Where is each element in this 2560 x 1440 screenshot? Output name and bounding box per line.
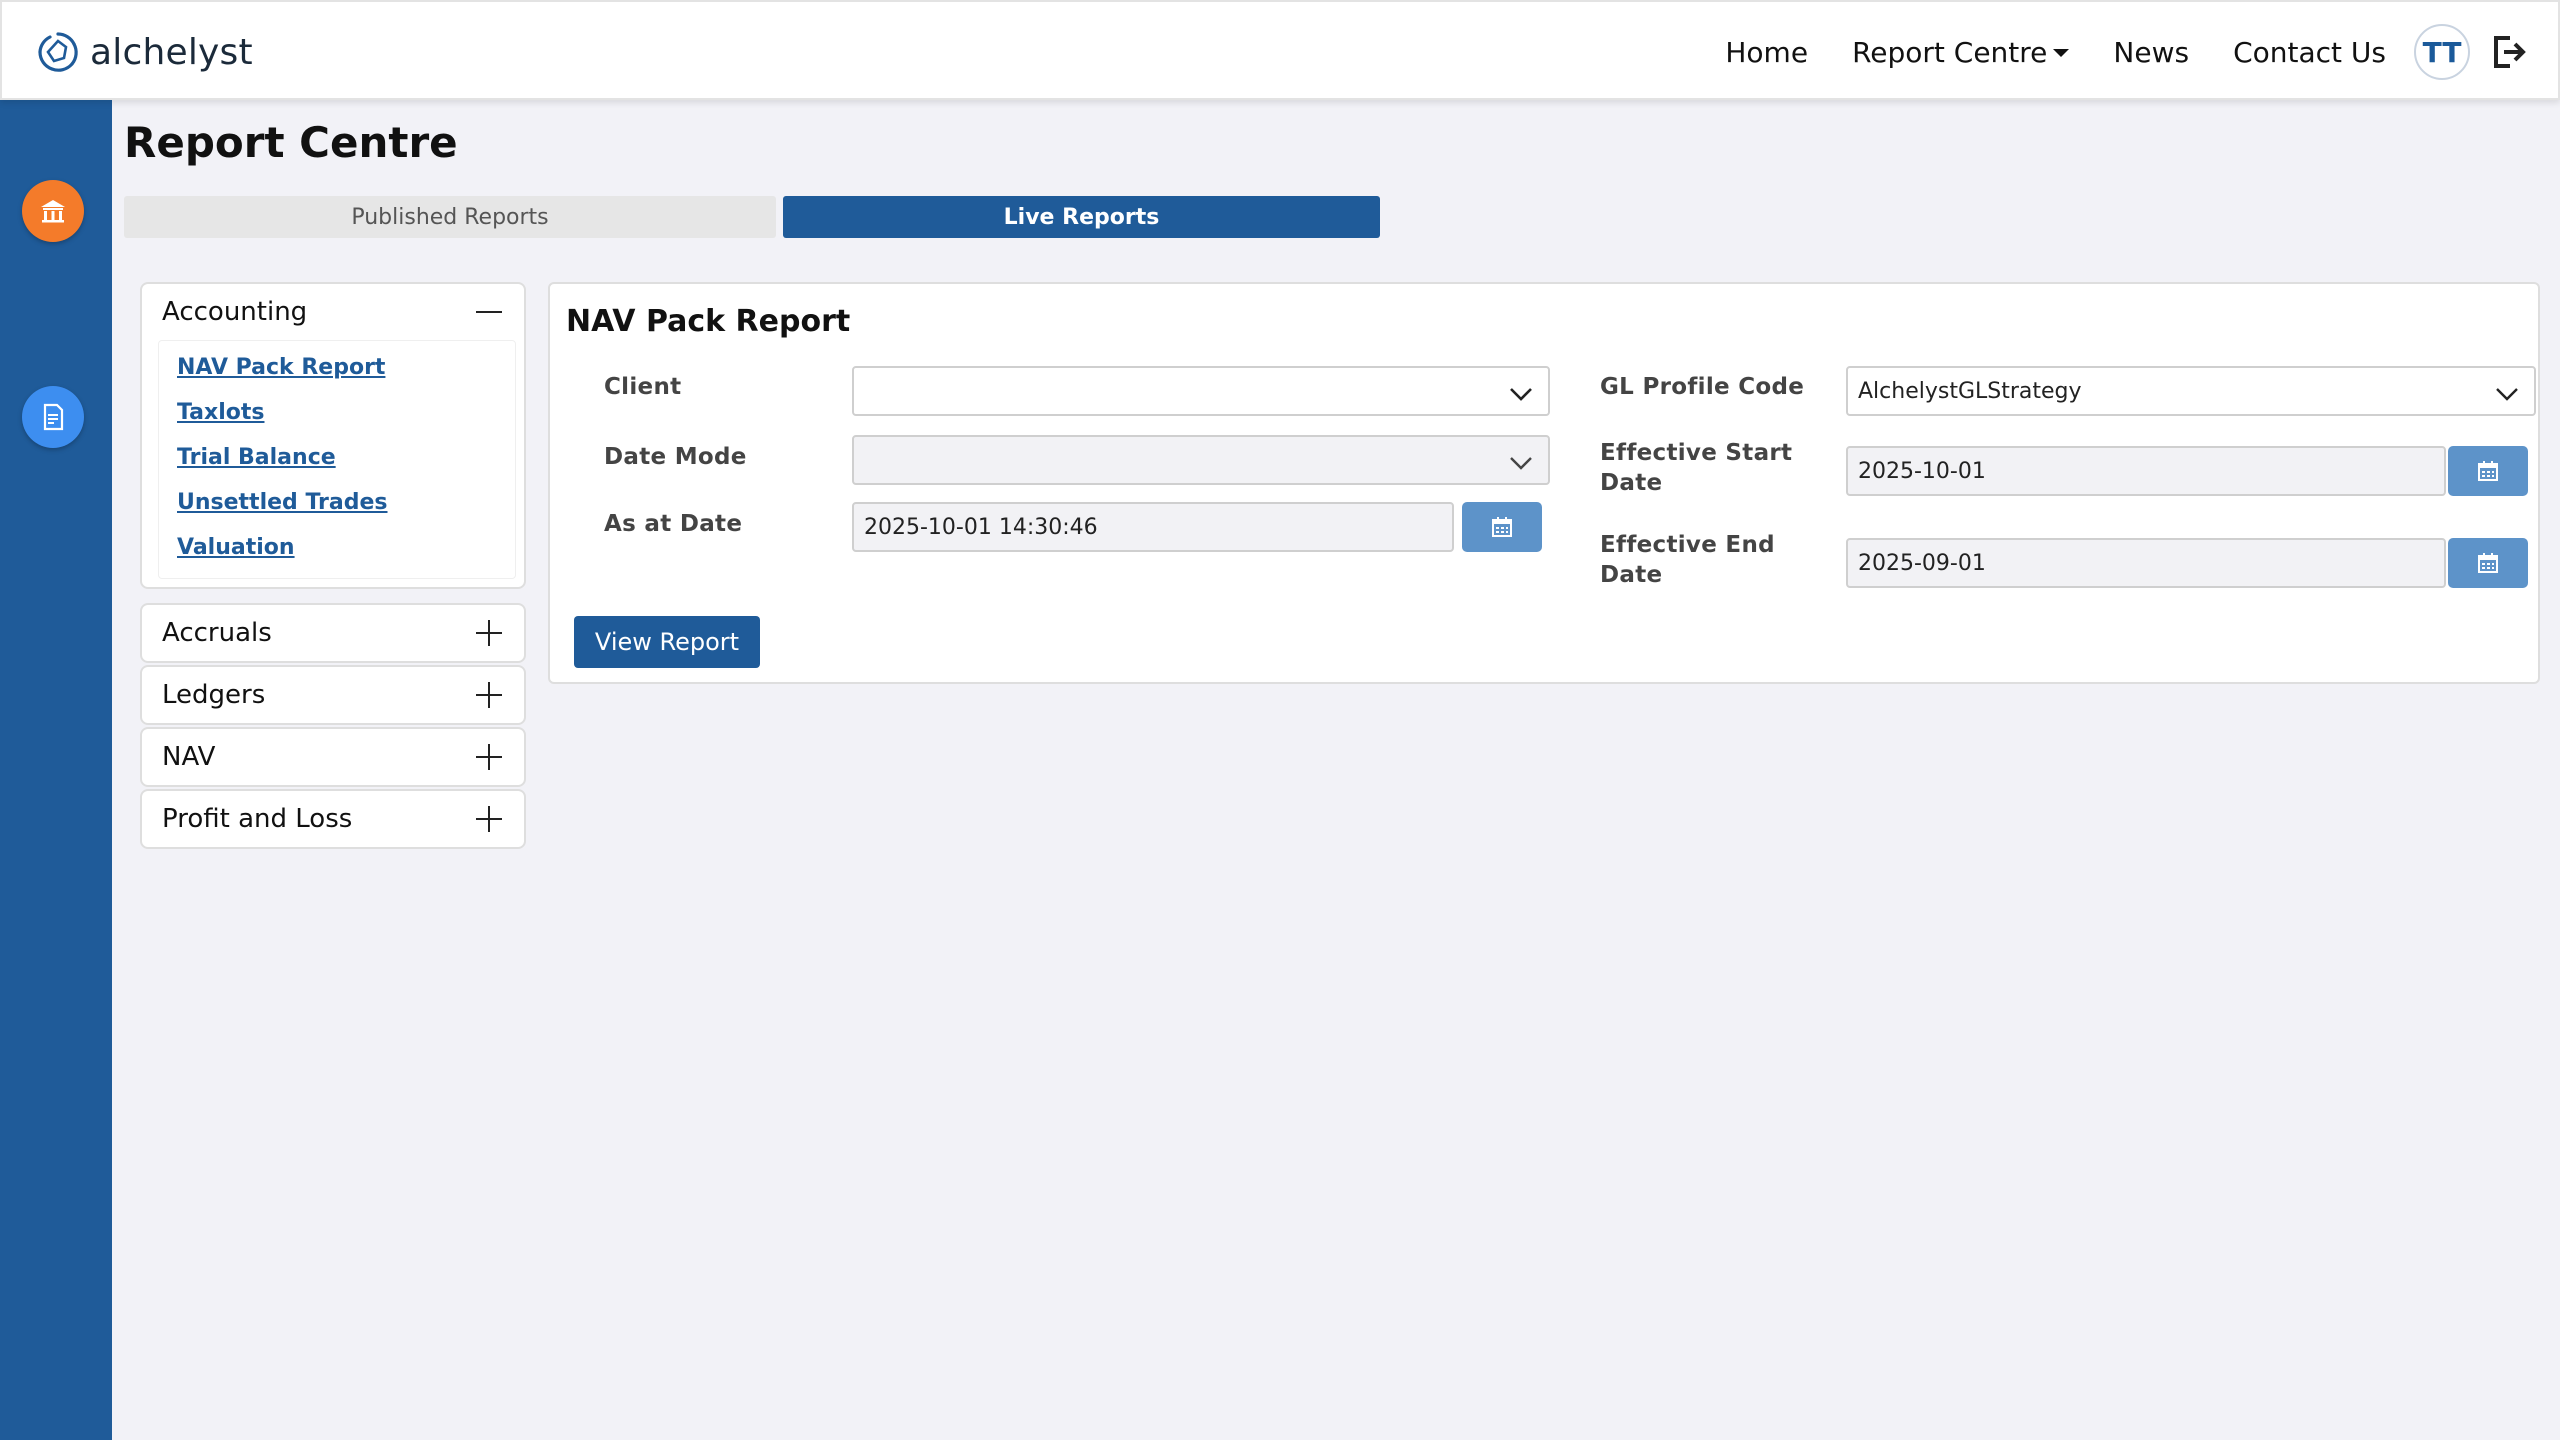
page-title: Report Centre [124, 118, 458, 167]
alchelyst-logo-icon [38, 32, 78, 72]
report-link-taxlots[interactable]: Taxlots [177, 400, 515, 425]
effective-end-date-label-line-2: Date [1600, 562, 1663, 588]
report-link-trial-balance[interactable]: Trial Balance [177, 445, 515, 470]
effective-start-date-label-line-1: Effective Start [1600, 440, 1793, 466]
expand-plus-icon[interactable] [474, 742, 504, 772]
gl-profile-code-select[interactable]: AlchelystGLStrategy [1846, 366, 2536, 416]
effective-end-date-value: 2025-09-01 [1858, 550, 1986, 576]
category-ledgers[interactable]: Ledgers [140, 665, 526, 725]
brand-name: alchelyst [90, 31, 253, 73]
client-select[interactable] [852, 366, 1550, 416]
expand-plus-icon[interactable] [474, 680, 504, 710]
report-link-unsettled-trades[interactable]: Unsettled Trades [177, 490, 515, 515]
effective-start-date-calendar-button[interactable] [2448, 446, 2528, 496]
view-report-button[interactable]: View Report [574, 616, 760, 668]
effective-start-date-input[interactable]: 2025-10-01 [1846, 446, 2446, 496]
effective-end-date-calendar-button[interactable] [2448, 538, 2528, 588]
tab-published-reports[interactable]: Published Reports [124, 196, 776, 238]
category-profit-and-loss[interactable]: Profit and Loss [140, 789, 526, 849]
as-at-date-input[interactable]: 2025-10-01 14:30:46 [852, 502, 1454, 552]
as-at-date-label: As at Date [604, 511, 743, 537]
category-accounting: Accounting NAV Pack Report Taxlots Trial… [140, 282, 526, 589]
report-link-valuation[interactable]: Valuation [177, 535, 515, 560]
effective-end-date-label-line-1: Effective End [1600, 532, 1775, 558]
collapse-minus-icon[interactable] [474, 297, 504, 327]
brand-logo[interactable]: alchelyst [36, 26, 253, 78]
expand-plus-icon[interactable] [474, 618, 504, 648]
category-title: Accounting [162, 297, 308, 327]
category-title: Profit and Loss [162, 804, 353, 834]
caret-down-icon [2053, 49, 2070, 57]
effective-end-date-input[interactable]: 2025-09-01 [1846, 538, 2446, 588]
logout-icon[interactable] [2488, 32, 2528, 72]
client-label: Client [604, 374, 682, 400]
report-form-title: NAV Pack Report [566, 304, 851, 339]
report-document-icon [43, 403, 64, 431]
chevron-down-icon [2496, 388, 2518, 401]
date-mode-select[interactable] [852, 435, 1550, 485]
as-at-date-value: 2025-10-01 14:30:46 [864, 514, 1098, 540]
expand-plus-icon[interactable] [474, 804, 504, 834]
effective-end-date-label: Effective End Date [1600, 530, 1775, 590]
nav-news[interactable]: News [2113, 36, 2189, 69]
chevron-down-icon [1510, 388, 1532, 401]
bank-icon [41, 200, 65, 223]
category-ledgers-header[interactable]: Ledgers [142, 667, 524, 723]
nav-report-centre[interactable]: Report Centre [1852, 35, 2070, 69]
as-at-date-calendar-button[interactable] [1462, 502, 1542, 552]
main-nav: Home Report Centre News Contact Us TT [1725, 2, 2528, 102]
report-link-nav-pack[interactable]: NAV Pack Report [177, 355, 515, 380]
category-accounting-header[interactable]: Accounting [142, 284, 524, 340]
date-mode-label: Date Mode [604, 444, 747, 470]
left-sidebar [0, 100, 112, 1440]
category-accruals-header[interactable]: Accruals [142, 605, 524, 661]
sidebar-bank-button[interactable] [22, 180, 84, 242]
effective-start-date-label: Effective Start Date [1600, 438, 1792, 498]
accounting-report-list: NAV Pack Report Taxlots Trial Balance Un… [158, 340, 516, 579]
gl-profile-code-label: GL Profile Code [1600, 374, 1805, 400]
effective-start-date-value: 2025-10-01 [1858, 458, 1986, 484]
nav-contact-us[interactable]: Contact Us [2233, 36, 2386, 69]
gl-profile-code-value: AlchelystGLStrategy [1858, 378, 2082, 404]
category-title: Accruals [162, 618, 272, 648]
calendar-icon [1492, 517, 1512, 537]
category-nav-header[interactable]: NAV [142, 729, 524, 785]
calendar-icon [2478, 461, 2498, 481]
calendar-icon [2478, 553, 2498, 573]
nav-home[interactable]: Home [1725, 36, 1808, 69]
top-navbar: alchelyst Home Report Centre News Contac… [0, 0, 2560, 100]
category-profit-and-loss-header[interactable]: Profit and Loss [142, 791, 524, 847]
report-form-panel: NAV Pack Report Client Date Mode As at D… [548, 282, 2540, 684]
category-title: Ledgers [162, 680, 266, 710]
chevron-down-icon [1510, 457, 1532, 470]
sidebar-reports-button[interactable] [22, 386, 84, 448]
user-avatar[interactable]: TT [2414, 24, 2470, 80]
tab-live-reports[interactable]: Live Reports [783, 196, 1380, 238]
effective-start-date-label-line-2: Date [1600, 470, 1663, 496]
category-accruals[interactable]: Accruals [140, 603, 526, 663]
category-title: NAV [162, 742, 216, 772]
nav-report-centre-label: Report Centre [1852, 35, 2048, 69]
category-nav[interactable]: NAV [140, 727, 526, 787]
